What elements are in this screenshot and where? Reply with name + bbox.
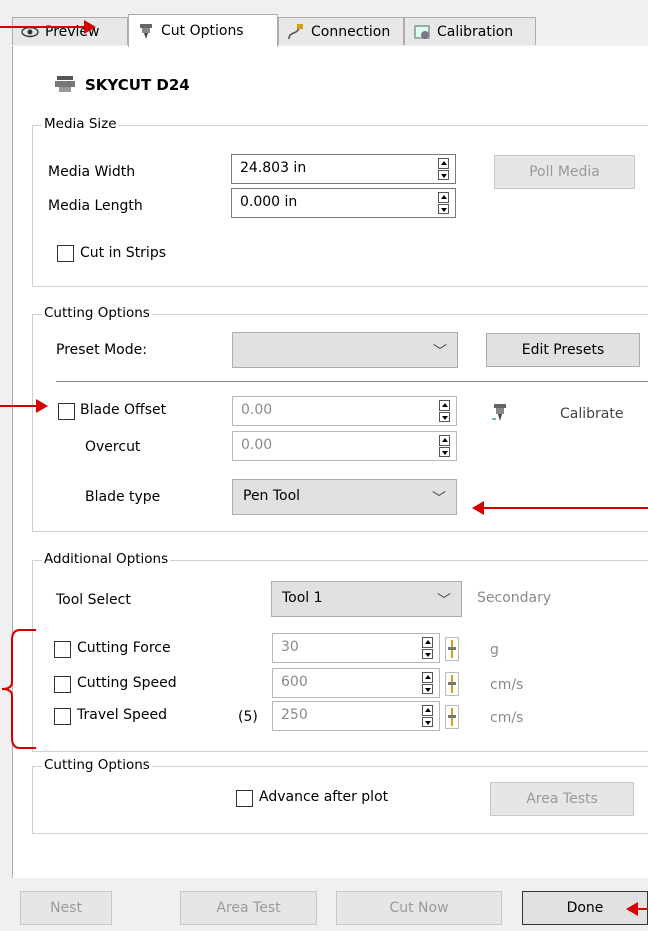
annotation-arrow-preview bbox=[0, 26, 84, 28]
tab-calibration[interactable]: Calibration bbox=[404, 17, 536, 45]
annotation-arrowhead bbox=[36, 399, 48, 413]
cutting-speed-field[interactable]: 600 bbox=[272, 668, 459, 698]
device-name: SKYCUT D24 bbox=[85, 76, 190, 94]
travel-speed-spinner[interactable] bbox=[422, 705, 433, 727]
annotation-bracket bbox=[1, 629, 36, 749]
tab-calibration-label: Calibration bbox=[437, 23, 514, 40]
chevron-down-icon: ﹀ bbox=[432, 491, 446, 507]
preset-mode-select[interactable]: ﹀ bbox=[232, 332, 458, 368]
overcut-spinner[interactable] bbox=[439, 435, 450, 457]
cutting-force-value: 30 bbox=[281, 639, 299, 655]
media-width-value: 24.803 in bbox=[240, 160, 307, 176]
media-length-label: Media Length bbox=[48, 198, 143, 214]
tool-select-label: Tool Select bbox=[56, 592, 131, 608]
calibrate-cutter-icon[interactable] bbox=[491, 403, 509, 425]
cutting-speed-spinner[interactable] bbox=[422, 672, 433, 694]
media-length-value: 0.000 in bbox=[240, 194, 298, 210]
travel-speed-prefix: (5) bbox=[238, 709, 258, 725]
cutting-speed-slider-icon[interactable] bbox=[445, 672, 459, 696]
annotation-arrow-blade-type bbox=[484, 507, 648, 509]
cut-now-button[interactable]: Cut Now bbox=[336, 891, 502, 925]
cutter-icon bbox=[140, 24, 152, 39]
travel-speed-checkbox[interactable] bbox=[54, 708, 71, 725]
cutting-speed-value: 600 bbox=[281, 674, 308, 690]
tab-preview[interactable]: Preview bbox=[12, 17, 128, 45]
additional-options-title: Additional Options bbox=[42, 551, 171, 567]
calibrate-label[interactable]: Calibrate bbox=[560, 406, 623, 422]
tab-bar: Preview Cut Options Connection Calibrati… bbox=[12, 14, 648, 47]
blade-type-label: Blade type bbox=[85, 489, 161, 505]
cutting-force-unit: g bbox=[490, 642, 499, 658]
travel-speed-field[interactable]: 250 bbox=[272, 701, 459, 731]
cutting-force-slider-icon[interactable] bbox=[445, 637, 459, 661]
annotation-arrowhead bbox=[472, 501, 484, 515]
cutting-force-field[interactable]: 30 bbox=[272, 633, 459, 663]
travel-speed-slider-icon[interactable] bbox=[445, 705, 459, 729]
cutting-speed-checkbox[interactable] bbox=[54, 676, 71, 693]
tool-select-select[interactable]: Tool 1 ﹀ bbox=[271, 581, 462, 617]
plotter-icon bbox=[55, 76, 75, 92]
cutting-options-title: Cutting Options bbox=[42, 305, 152, 321]
travel-speed-unit: cm/s bbox=[490, 710, 524, 726]
nest-button[interactable]: Nest bbox=[20, 891, 112, 925]
media-length-field[interactable]: 0.000 in bbox=[231, 188, 456, 218]
poll-media-button[interactable]: Poll Media bbox=[494, 155, 635, 189]
chevron-down-icon: ﹀ bbox=[437, 593, 451, 609]
blade-type-select[interactable]: Pen Tool ﹀ bbox=[232, 479, 457, 515]
annotation-arrow-blade-offset bbox=[0, 405, 36, 407]
blade-offset-value: 0.00 bbox=[241, 402, 273, 418]
advance-after-plot-label: Advance after plot bbox=[259, 789, 389, 805]
annotation-arrowhead bbox=[84, 20, 96, 34]
media-width-label: Media Width bbox=[48, 164, 136, 180]
tab-cut-options[interactable]: Cut Options bbox=[128, 14, 278, 47]
media-size-title: Media Size bbox=[42, 116, 119, 132]
divider bbox=[56, 381, 648, 382]
cutting-force-spinner[interactable] bbox=[422, 637, 433, 659]
media-length-spinner[interactable] bbox=[438, 192, 449, 214]
chevron-down-icon: ﹀ bbox=[433, 344, 447, 360]
annotation-arrow-done bbox=[638, 908, 648, 910]
cable-icon bbox=[288, 23, 303, 39]
cutting-force-checkbox[interactable] bbox=[54, 641, 71, 658]
overcut-label: Overcut bbox=[85, 439, 141, 455]
cutting-speed-unit: cm/s bbox=[490, 677, 524, 693]
tab-connection[interactable]: Connection bbox=[278, 17, 404, 45]
blade-type-value: Pen Tool bbox=[243, 488, 301, 504]
tab-connection-label: Connection bbox=[311, 23, 391, 40]
overcut-value: 0.00 bbox=[241, 437, 273, 453]
area-test-button[interactable]: Area Test bbox=[180, 891, 317, 925]
tab-cut-options-label: Cut Options bbox=[161, 23, 244, 39]
secondary-label: Secondary bbox=[477, 590, 552, 606]
cut-in-strips-label: Cut in Strips bbox=[80, 245, 167, 261]
cutting-speed-label: Cutting Speed bbox=[77, 675, 177, 691]
preset-mode-label: Preset Mode: bbox=[56, 342, 147, 358]
annotation-arrowhead bbox=[626, 902, 638, 916]
overcut-field[interactable]: 0.00 bbox=[232, 431, 457, 461]
area-tests-button[interactable]: Area Tests bbox=[490, 782, 634, 816]
tool-select-value: Tool 1 bbox=[282, 590, 323, 606]
calibration-icon bbox=[414, 24, 430, 39]
edit-presets-button[interactable]: Edit Presets bbox=[486, 333, 640, 367]
advance-after-plot-checkbox[interactable] bbox=[236, 790, 253, 807]
blade-offset-spinner[interactable] bbox=[439, 400, 450, 422]
travel-speed-value: 250 bbox=[281, 707, 308, 723]
blade-offset-label: Blade Offset bbox=[80, 402, 167, 418]
media-width-spinner[interactable] bbox=[438, 158, 449, 180]
blade-offset-field[interactable]: 0.00 bbox=[232, 396, 457, 426]
blade-offset-checkbox[interactable] bbox=[58, 403, 75, 420]
cutting-force-label: Cutting Force bbox=[77, 640, 171, 656]
media-width-field[interactable]: 24.803 in bbox=[231, 154, 456, 184]
cut-in-strips-checkbox[interactable] bbox=[57, 245, 74, 262]
travel-speed-label: Travel Speed bbox=[77, 707, 167, 723]
cutting-options-2-title: Cutting Options bbox=[42, 757, 152, 773]
